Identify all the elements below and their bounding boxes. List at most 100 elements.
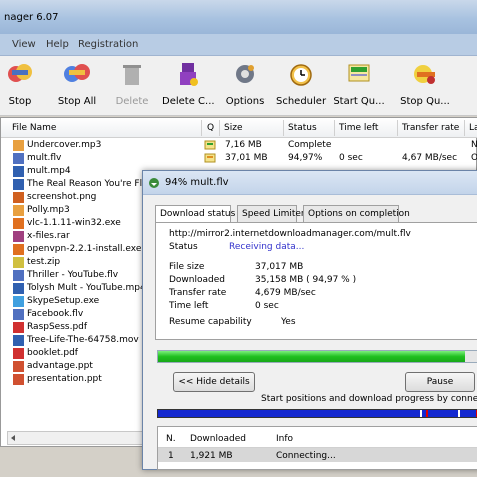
file-name: vlc-1.1.11-win32.exe (27, 218, 121, 228)
window-title: nager 6.07 (4, 12, 59, 23)
list-header: File Name Q Size Status Time left Transf… (1, 118, 477, 138)
col-file-name[interactable]: File Name (12, 123, 56, 133)
stop-queue-button[interactable]: Stop Qu... (398, 56, 452, 114)
menu-registration[interactable]: Registration (78, 39, 138, 50)
hide-details-button[interactable]: << Hide details (173, 372, 255, 392)
menu-bar: View Help Registration (0, 34, 477, 56)
file-name: The Real Reason You're Flat (27, 179, 152, 189)
gear-icon (236, 65, 254, 83)
connections-progress-bar (157, 409, 477, 418)
file-name: test.zip (27, 257, 61, 267)
file-transfer-rate: 4,67 MB/sec (402, 153, 458, 163)
file-type-icon (13, 283, 24, 294)
segments-info: Start positions and download progress by… (261, 394, 477, 404)
delete-completed-button[interactable]: Delete C... (162, 56, 215, 114)
col-time-left[interactable]: Time left (339, 123, 378, 133)
file-type-icon (13, 374, 24, 385)
file-type-icon (13, 309, 24, 320)
file-name: booklet.pdf (27, 348, 78, 358)
tab-speed-limiter[interactable]: Speed Limiter (237, 205, 305, 222)
col-last[interactable]: La (469, 123, 477, 133)
toolbar: Stop Stop All Delete Delete C... Options… (0, 56, 477, 132)
file-type-icon (13, 205, 24, 216)
start-queue-button[interactable]: Start Qu... (332, 56, 386, 114)
file-name: screenshot.png (27, 192, 97, 202)
file-type-icon (13, 270, 24, 281)
downloaded-value: 35,158 MB ( 94,97 % ) (255, 275, 357, 285)
alarm-clock-icon (290, 64, 312, 86)
stop-button[interactable]: Stop (0, 56, 40, 114)
file-size-value: 37,017 MB (255, 262, 304, 272)
file-type-icon (13, 335, 24, 346)
col-transfer-rate[interactable]: Transfer rate (402, 123, 459, 133)
list-item[interactable]: Undercover.mp3 7,16 MB Complete N (1, 139, 477, 152)
file-type-icon (13, 192, 24, 203)
file-type-icon (13, 218, 24, 229)
file-type-icon (13, 296, 24, 307)
trash-icon (123, 65, 141, 85)
file-type-icon (13, 348, 24, 359)
start-queue-icon (348, 64, 370, 82)
file-name: openvpn-2.2.1-install.exe (27, 244, 142, 254)
file-name: x-files.rar (27, 231, 70, 241)
transfer-rate-value: 4,679 MB/sec (255, 288, 316, 298)
file-name: advantage.ppt (27, 361, 93, 371)
file-type-icon (13, 153, 24, 164)
stop-all-button[interactable]: Stop All (50, 56, 104, 114)
file-type-icon (13, 166, 24, 177)
file-name: RaspSess.pdf (27, 322, 88, 332)
download-progress-dialog: 94% mult.flv Download status Speed Limit… (142, 170, 477, 470)
dialog-title: 94% mult.flv (165, 177, 229, 188)
scroll-left-icon[interactable] (11, 435, 15, 441)
stop-all-icon (64, 64, 90, 82)
progress-fill (158, 351, 465, 362)
pause-button[interactable]: Pause (405, 372, 475, 392)
file-name: Tolysh Mult - YouTube.mp4 (27, 283, 146, 293)
tab-download-status[interactable]: Download status (155, 205, 235, 223)
file-type-icon (13, 322, 24, 333)
col-q[interactable]: Q (207, 123, 214, 133)
horizontal-scrollbar[interactable] (7, 431, 157, 445)
title-bar: nager 6.07 (0, 0, 477, 34)
file-size: 7,16 MB (225, 140, 262, 150)
file-name: Tree-Life-The-64758.mov (27, 335, 139, 345)
file-name: Thriller - YouTube.flv (27, 270, 119, 280)
menu-view[interactable]: View (12, 39, 36, 50)
idm-globe-icon (149, 178, 159, 188)
file-name: presentation.ppt (27, 374, 102, 384)
file-name: Polly.mp3 (27, 205, 70, 215)
col-size[interactable]: Size (224, 123, 242, 133)
file-name: mult.mp4 (27, 166, 71, 176)
time-left-value: 0 sec (255, 301, 279, 311)
col-info[interactable]: Info (276, 434, 293, 444)
resume-value: Yes (281, 317, 296, 327)
queue-icon (204, 139, 216, 151)
status-value: Receiving data... (229, 242, 305, 252)
file-size: 37,01 MB (225, 153, 268, 163)
file-last: O (471, 153, 477, 163)
delete-completed-icon (180, 63, 198, 86)
tab-options-on-completion[interactable]: Options on completion (303, 205, 410, 222)
delete-button[interactable]: Delete (112, 56, 152, 114)
menu-help[interactable]: Help (46, 39, 69, 50)
file-name: mult.flv (27, 153, 62, 163)
file-name: Undercover.mp3 (27, 140, 102, 150)
file-type-icon (13, 231, 24, 242)
file-name: Facebook.flv (27, 309, 84, 319)
file-type-icon (13, 179, 24, 190)
file-status: Complete (288, 140, 332, 150)
col-n[interactable]: N. (166, 434, 176, 444)
col-downloaded[interactable]: Downloaded (190, 434, 246, 444)
file-last: N (471, 140, 477, 150)
download-url: http://mirror2.internetdownloadmanager.c… (169, 229, 411, 239)
scheduler-button[interactable]: Scheduler (276, 56, 326, 114)
file-type-icon (13, 140, 24, 151)
file-time-left: 0 sec (339, 153, 363, 163)
queue-icon (204, 152, 216, 164)
dialog-title-bar: 94% mult.flv (143, 171, 477, 195)
col-status[interactable]: Status (288, 123, 317, 133)
list-item[interactable]: mult.flv 37,01 MB 94,97% 0 sec 4,67 MB/sec O (1, 152, 477, 165)
file-name: SkypeSetup.exe (27, 296, 100, 306)
options-button[interactable]: Options (222, 56, 268, 114)
file-type-icon (13, 257, 24, 268)
